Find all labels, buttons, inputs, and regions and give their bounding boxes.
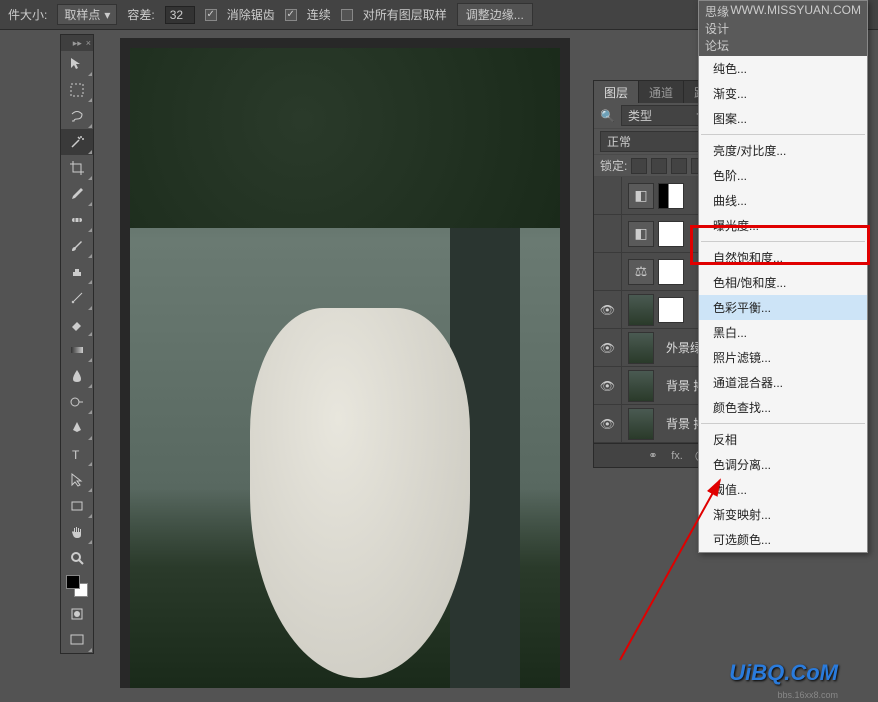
layer-fx-icon[interactable]: fx. [668,448,686,464]
menu-color-balance[interactable]: 色彩平衡... [699,295,867,320]
lock-position-icon[interactable] [671,158,687,174]
sample-size-dropdown[interactable]: 取样点▾ [57,4,117,25]
visibility-toggle[interactable]: 👁 [594,177,622,214]
layer-mask-thumb[interactable] [658,259,684,285]
path-selection-tool[interactable] [61,467,93,493]
menu-separator [701,241,865,242]
visibility-toggle[interactable]: 👁 [594,405,622,442]
visibility-toggle[interactable]: 👁 [594,329,622,366]
sample-size-label: 件大小: [8,6,47,23]
layer-mask-thumb[interactable] [658,297,684,323]
tool-palette: ▸▸ × T [60,34,94,654]
adjustment-icon: ◧ [628,221,654,247]
close-icon[interactable]: × [86,38,91,48]
eyedropper-tool[interactable] [61,181,93,207]
visibility-toggle[interactable]: 👁 [594,253,622,290]
clone-stamp-tool[interactable] [61,259,93,285]
document-image [130,48,560,688]
menu-exposure[interactable]: 曝光度... [699,213,867,238]
menu-channel-mixer[interactable]: 通道混合器... [699,370,867,395]
hand-tool[interactable] [61,519,93,545]
all-layers-checkbox[interactable] [341,9,353,21]
tolerance-field[interactable]: 32 [165,6,195,24]
zoom-tool[interactable] [61,545,93,571]
healing-brush-tool[interactable] [61,207,93,233]
canvas[interactable] [120,38,570,688]
brush-tool[interactable] [61,233,93,259]
visibility-toggle[interactable]: 👁 [594,215,622,252]
menu-brightness-contrast[interactable]: 亮度/对比度... [699,138,867,163]
menu-gradient-map[interactable]: 渐变映射... [699,502,867,527]
color-balance-adj-icon: ⚖ [628,259,654,285]
menu-solid-color[interactable]: 纯色... [699,56,867,81]
lasso-tool[interactable] [61,103,93,129]
watermark-text: bbs.16xx8.com [777,690,838,700]
gradient-tool[interactable] [61,337,93,363]
palette-header[interactable]: ▸▸ × [61,35,93,51]
contiguous-checkbox[interactable]: ✓ [285,9,297,21]
watermark-logo: UiBQ.CoM [729,660,838,686]
foreground-color-swatch[interactable] [66,575,80,589]
menu-separator [701,134,865,135]
adjustment-icon: ◧ [628,183,654,209]
menu-selective-color[interactable]: 可选颜色... [699,527,867,552]
menu-photo-filter[interactable]: 照片滤镜... [699,345,867,370]
tab-channels[interactable]: 通道 [639,81,684,103]
tab-layers[interactable]: 图层 [594,81,639,103]
menu-black-white[interactable]: 黑白... [699,320,867,345]
move-tool[interactable] [61,51,93,77]
layer-thumb[interactable] [628,408,654,440]
layer-thumb[interactable] [628,294,654,326]
menu-color-lookup[interactable]: 颜色查找... [699,395,867,420]
menu-curves[interactable]: 曲线... [699,188,867,213]
shape-tool[interactable] [61,493,93,519]
lock-transparency-icon[interactable] [631,158,647,174]
filter-type-dropdown[interactable]: 类型÷ [621,105,710,126]
pen-tool[interactable] [61,415,93,441]
crop-tool[interactable] [61,155,93,181]
menu-watermark-header: 思缘设计论坛 WWW.MISSYUAN.COM [699,1,867,56]
antialias-label: 消除锯齿 [227,6,275,23]
menu-pattern[interactable]: 图案... [699,106,867,131]
screen-mode-toggle[interactable] [61,627,93,653]
tolerance-label: 容差: [127,6,154,23]
layer-mask-thumb[interactable] [658,183,684,209]
menu-threshold[interactable]: 阈值... [699,477,867,502]
menu-gradient[interactable]: 渐变... [699,81,867,106]
quick-mask-toggle[interactable] [61,601,93,627]
collapse-icon[interactable]: ▸▸ [73,38,82,49]
history-brush-tool[interactable] [61,285,93,311]
magic-wand-tool[interactable] [61,129,93,155]
layer-thumb[interactable] [628,370,654,402]
eraser-tool[interactable] [61,311,93,337]
visibility-toggle[interactable]: 👁 [594,367,622,404]
menu-vibrance[interactable]: 自然饱和度... [699,245,867,270]
layer-thumb[interactable] [628,332,654,364]
lock-label: 锁定: [600,157,627,174]
svg-text:T: T [72,448,80,462]
menu-invert[interactable]: 反相 [699,427,867,452]
link-layers-icon[interactable]: ⚭ [644,448,662,464]
all-layers-label: 对所有图层取样 [363,6,447,23]
lock-pixels-icon[interactable] [651,158,667,174]
menu-hue-saturation[interactable]: 色相/饱和度... [699,270,867,295]
marquee-tool[interactable] [61,77,93,103]
menu-levels[interactable]: 色阶... [699,163,867,188]
color-swatches[interactable] [61,571,93,601]
filter-icon[interactable]: 🔍 [600,109,615,123]
contiguous-label: 连续 [307,6,331,23]
type-tool[interactable]: T [61,441,93,467]
refine-edge-button[interactable]: 调整边缘... [457,3,533,26]
adjustment-layer-menu: 思缘设计论坛 WWW.MISSYUAN.COM 纯色... 渐变... 图案..… [698,0,868,553]
dodge-tool[interactable] [61,389,93,415]
antialias-checkbox[interactable]: ✓ [205,9,217,21]
menu-posterize[interactable]: 色调分离... [699,452,867,477]
layer-mask-thumb[interactable] [658,221,684,247]
visibility-toggle[interactable]: 👁 [594,291,622,328]
blur-tool[interactable] [61,363,93,389]
menu-separator [701,423,865,424]
